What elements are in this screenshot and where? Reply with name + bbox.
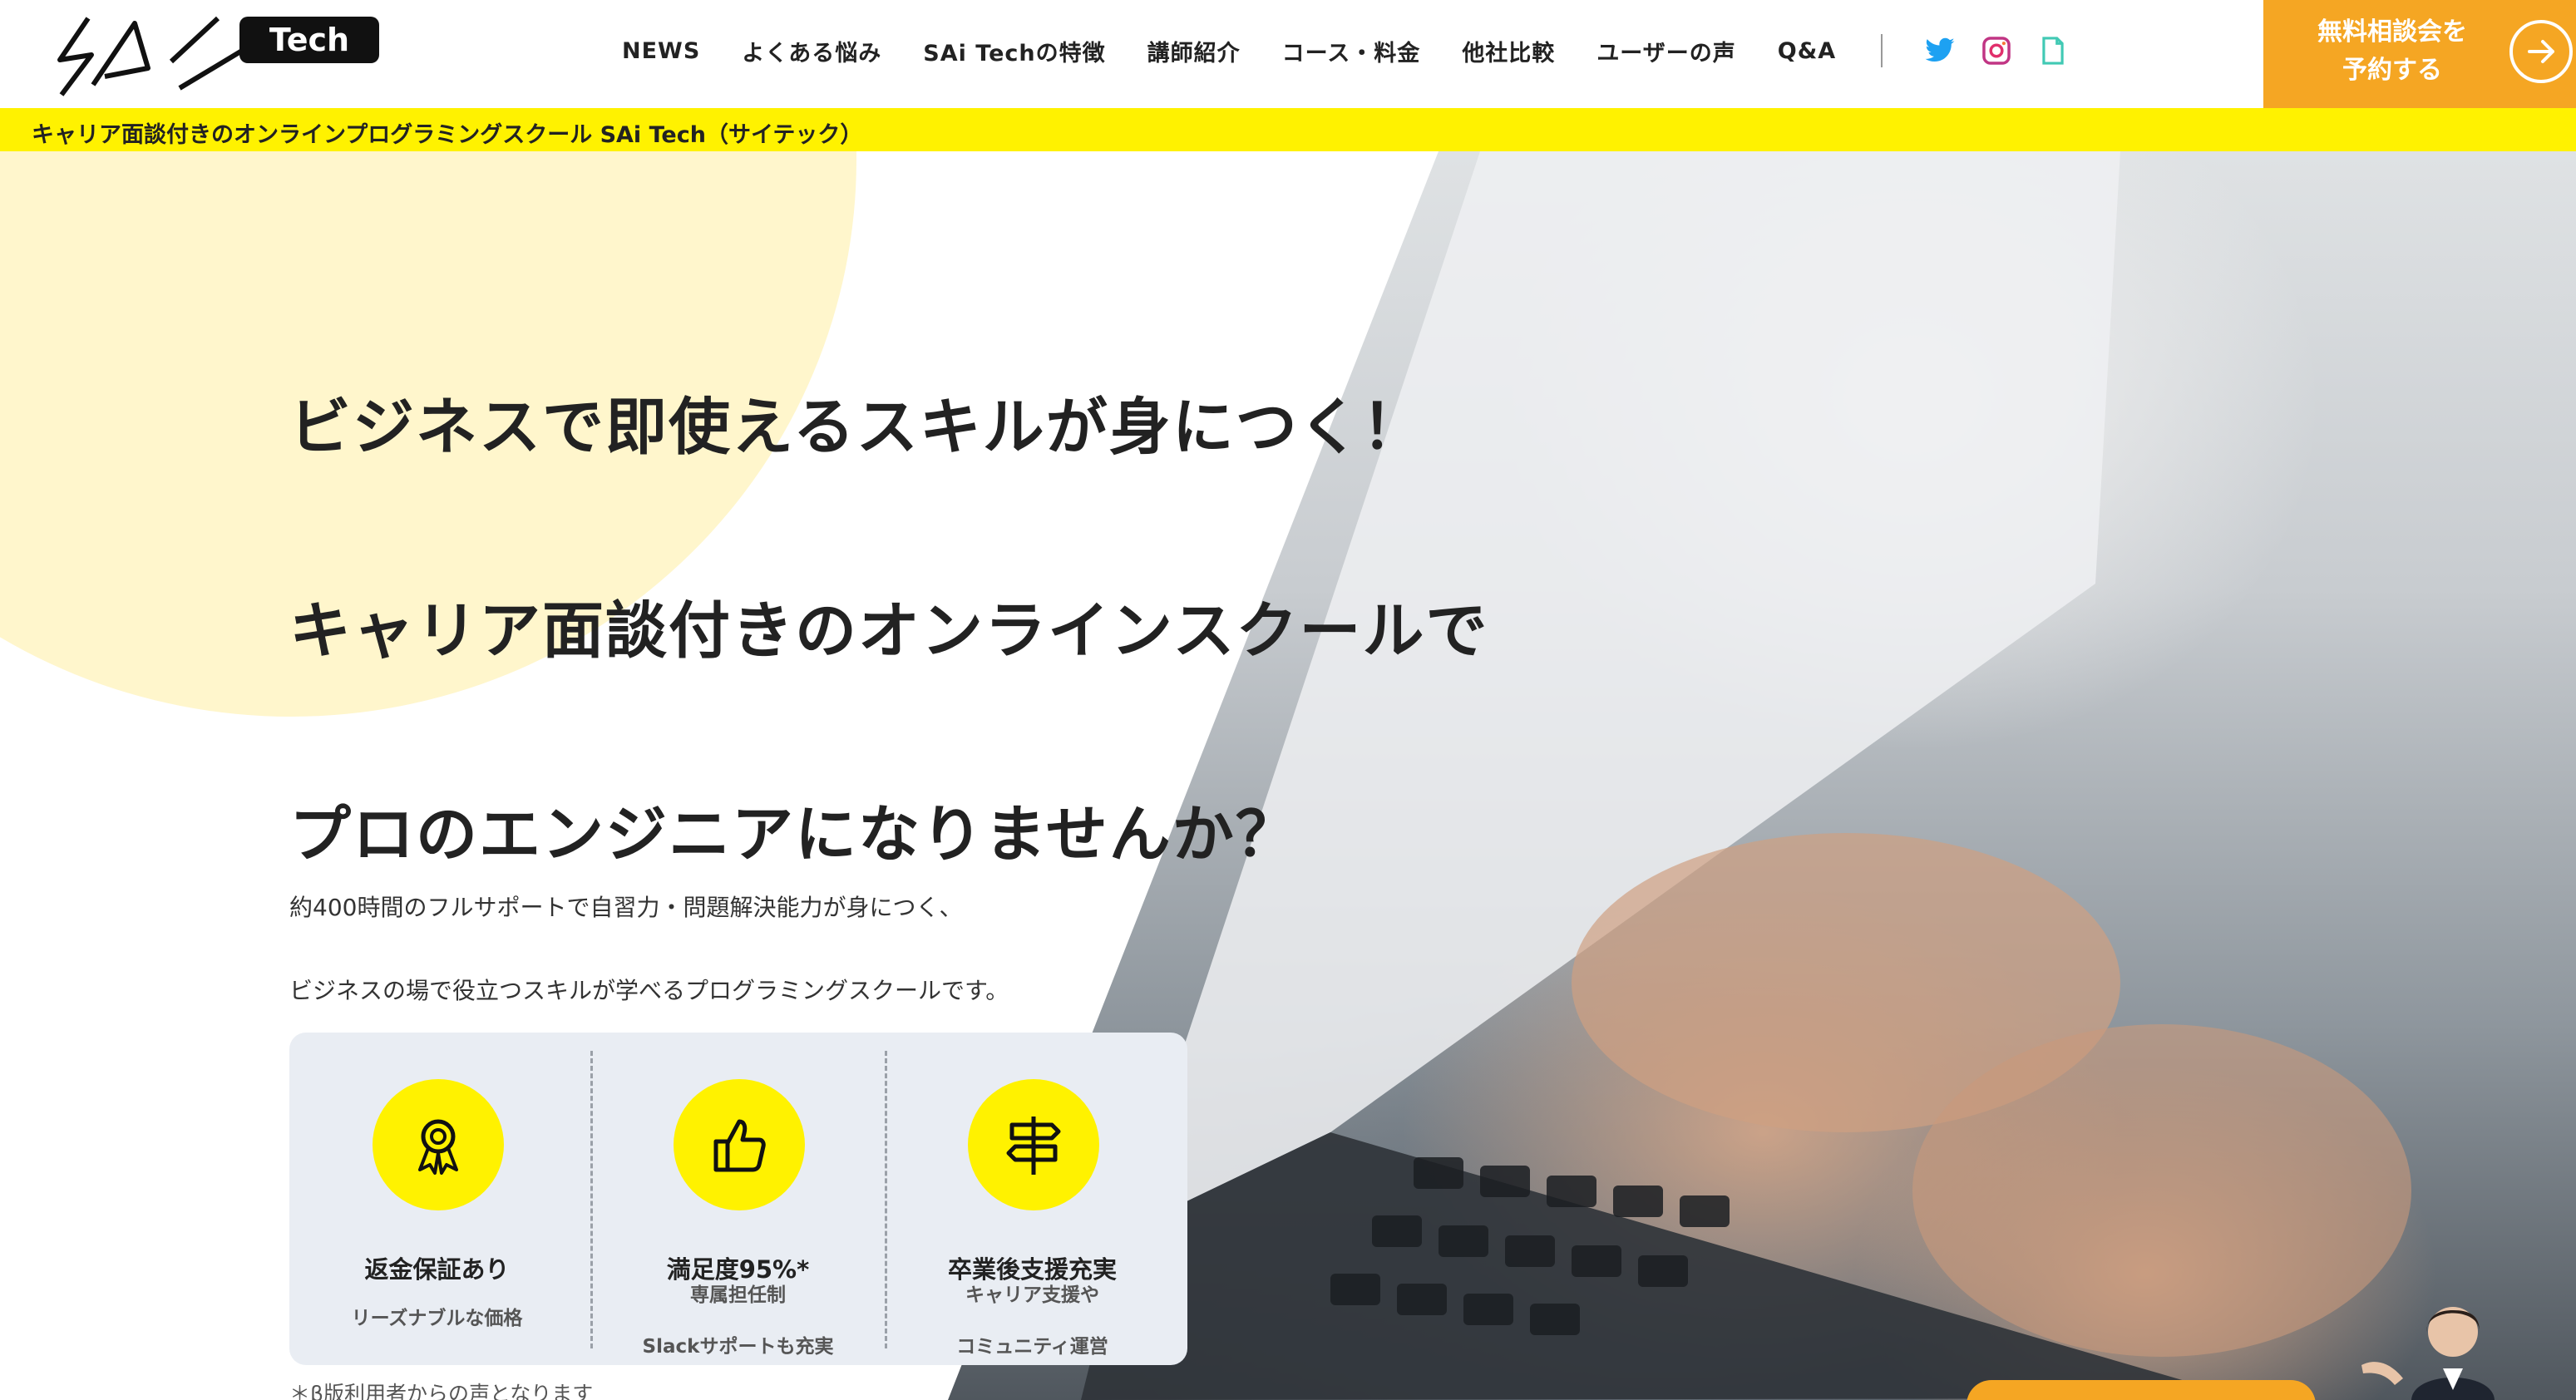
- free-consultation-button[interactable]: 無料相談会を 予約する: [2263, 0, 2576, 108]
- feature-refund: 返金保証あり リーズナブルな価格: [289, 1033, 585, 1365]
- feature-panel: 返金保証あり リーズナブルな価格 満足度95%* 専属担任制 Slackサポート…: [289, 1033, 1187, 1365]
- nav-news[interactable]: NEWS: [622, 38, 700, 64]
- nav-qa[interactable]: Q&A: [1778, 38, 1836, 64]
- feature-note: キャリア支援や: [965, 1284, 1099, 1306]
- headline-line-2: キャリア面談付きのオンラインスクールで: [289, 595, 1489, 667]
- feature-satisfaction: 満足度95%* 専属担任制 Slackサポートも充実: [590, 1033, 886, 1365]
- hero-headline: ビジネスで即使えるスキルが身につく！ キャリア面談付きのオンラインスクールで プ…: [289, 326, 1537, 937]
- chat-bubble-tab[interactable]: [1967, 1380, 2316, 1400]
- note-icon[interactable]: [2037, 35, 2069, 67]
- cta-label: 無料相談会を 予約する: [2317, 17, 2467, 85]
- award-ribbon-icon: [373, 1079, 504, 1210]
- hero-subtext: 約400時間のフルサポートで自習力・問題解決能力が身につく、 ビジネスの場で役立…: [289, 866, 1009, 1033]
- headline-line-1: ビジネスで即使えるスキルが身につく！: [289, 392, 1425, 463]
- subtext-line-2: ビジネスの場で役立つスキルが学べるプログラミングスクールです。: [289, 977, 1009, 1004]
- feature-title: 返金保証あり: [364, 1255, 510, 1284]
- instagram-icon[interactable]: [1981, 35, 2012, 67]
- nav-courses-pricing[interactable]: コース・料金: [1282, 35, 1421, 67]
- subtext-line-1: 約400時間のフルサポートで自習力・問題解決能力が身につく、: [289, 894, 963, 921]
- feature-after-graduation: 卒業後支援充実 キャリア支援や コミュニティ運営: [885, 1033, 1180, 1365]
- tagline-text: キャリア面談付きのオンラインプログラミングスクール SAi Tech（サイテック…: [32, 122, 863, 148]
- nav-comparison[interactable]: 他社比較: [1462, 35, 1555, 67]
- signpost-icon: [968, 1079, 1099, 1210]
- nav-faq-worries[interactable]: よくある悩み: [742, 35, 881, 67]
- feature-note: リーズナブルな価格: [351, 1308, 523, 1329]
- main-nav: NEWS よくある悩み SAi Techの特徴 講師紹介 コース・料金 他社比較…: [622, 30, 2069, 71]
- nav-user-voices[interactable]: ユーザーの声: [1596, 35, 1735, 67]
- logo-badge: Tech: [239, 17, 379, 63]
- feature-note: コミュニティ運営: [956, 1336, 1108, 1358]
- support-staff-avatar[interactable]: [2353, 1299, 2519, 1400]
- arrow-right-icon: [2509, 20, 2573, 83]
- sai-tech-logo[interactable]: Tech: [55, 12, 379, 98]
- thumbs-up-icon: [674, 1079, 805, 1210]
- feature-note: 専属担任制: [690, 1284, 786, 1306]
- tagline-strip: キャリア面談付きのオンラインプログラミングスクール SAi Tech（サイテック…: [0, 108, 2576, 151]
- twitter-icon[interactable]: [1924, 35, 1956, 67]
- nav-divider: [1881, 34, 1883, 67]
- hero-section: ビジネスで即使えるスキルが身につく！ キャリア面談付きのオンラインスクールで プ…: [0, 151, 2576, 1400]
- nav-instructors[interactable]: 講師紹介: [1147, 35, 1241, 67]
- site-header: Tech NEWS よくある悩み SAi Techの特徴 講師紹介 コース・料金…: [0, 0, 2576, 108]
- beta-footnote: ＊β版利用者からの声となります: [289, 1382, 594, 1400]
- feature-note: Slackサポートも充実: [642, 1336, 834, 1358]
- social-links: [1924, 35, 2069, 67]
- nav-features[interactable]: SAi Techの特徴: [923, 35, 1105, 67]
